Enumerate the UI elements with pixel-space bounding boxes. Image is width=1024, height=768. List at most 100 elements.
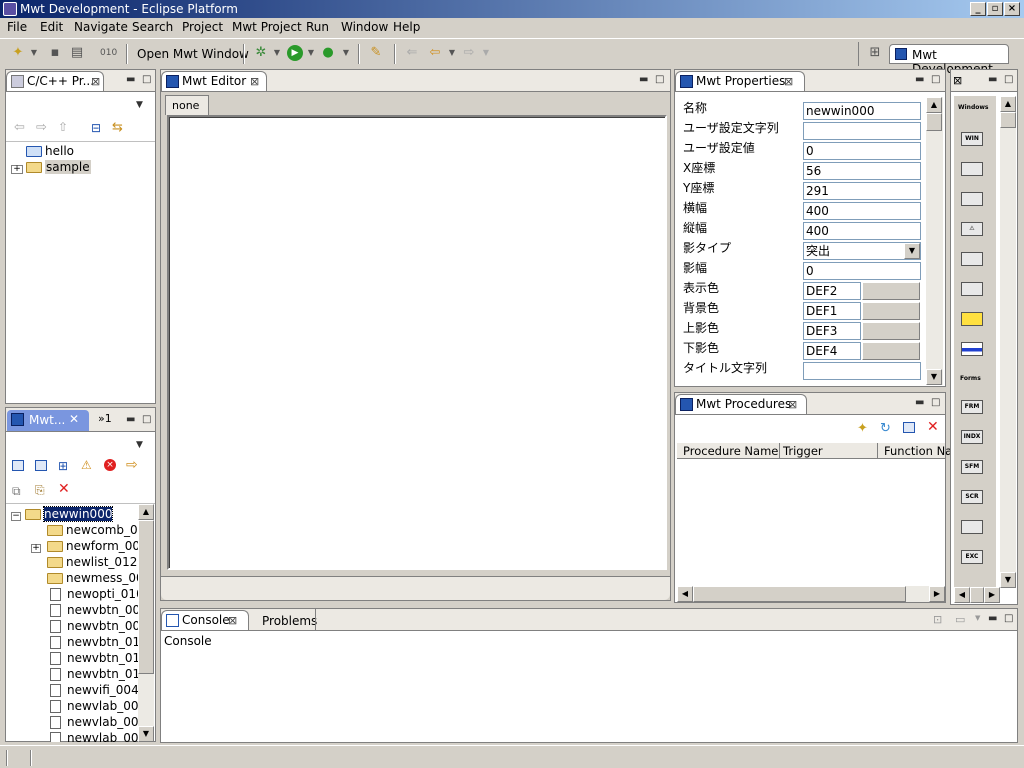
- scroll-left-icon[interactable]: ◀: [954, 587, 970, 603]
- perspective-tab[interactable]: Mwt Development: [889, 44, 1009, 76]
- back-nav-icon[interactable]: ⇦: [14, 120, 25, 135]
- up-nav-icon[interactable]: ⇧: [58, 120, 68, 134]
- maximize-view-icon[interactable]: □: [1004, 613, 1013, 624]
- error-icon[interactable]: ×: [104, 459, 116, 471]
- procedures-hscrollbar[interactable]: ◀ ▶: [677, 586, 945, 602]
- new-icon[interactable]: ✦: [10, 45, 26, 61]
- run-icon[interactable]: ▶: [287, 45, 303, 61]
- window-view-icon[interactable]: [903, 422, 915, 433]
- close-tab-icon[interactable]: ⊠: [788, 395, 797, 414]
- maximize-view-icon[interactable]: □: [931, 397, 940, 408]
- scroll-down-icon[interactable]: ▼: [926, 369, 942, 385]
- tree-item-newvbtn_013[interactable]: newvbtn_013: [47, 634, 138, 650]
- color-picker-button[interactable]: [862, 282, 920, 300]
- tab-mwt-editor[interactable]: Mwt Editor ⊠: [161, 71, 267, 91]
- palette-item[interactable]: INDX: [961, 430, 983, 444]
- new-dropdown-icon[interactable]: ▼: [26, 45, 42, 61]
- form-icon[interactable]: [35, 460, 47, 471]
- properties-scrollbar[interactable]: ▲ ▼: [926, 97, 943, 385]
- property-input[interactable]: DEF4: [803, 342, 861, 360]
- property-input[interactable]: [803, 122, 921, 140]
- color-picker-button[interactable]: [862, 322, 920, 340]
- save-icon[interactable]: ▪: [47, 45, 63, 61]
- palette-scrollbar[interactable]: ▲ ▼: [1000, 96, 1016, 588]
- column-function-name[interactable]: Function Na: [884, 444, 952, 458]
- property-input[interactable]: 400: [803, 202, 921, 220]
- scroll-thumb[interactable]: [1000, 112, 1016, 128]
- open-mwt-window-button[interactable]: Open Mwt Window: [137, 47, 249, 61]
- palette-hscrollbar[interactable]: ◀ ▶: [954, 587, 1000, 603]
- tree-item-newopti_010[interactable]: newopti_010: [47, 586, 138, 602]
- tab-console[interactable]: Console ⊠: [161, 610, 249, 630]
- forward-nav-icon[interactable]: ⇨: [36, 120, 47, 135]
- close-tab-icon[interactable]: ⊠: [784, 72, 793, 91]
- property-input[interactable]: 0: [803, 262, 921, 280]
- minimize-view-icon[interactable]: ▬: [988, 613, 997, 624]
- palette-item[interactable]: [961, 252, 983, 266]
- property-input[interactable]: 56: [803, 162, 921, 180]
- expand-icon[interactable]: +: [11, 165, 23, 174]
- property-select[interactable]: 突出 ▼: [803, 242, 921, 260]
- hierarchy-icon[interactable]: ⊞: [58, 459, 68, 473]
- menu-window[interactable]: Window: [341, 20, 388, 34]
- menu-search[interactable]: Search: [132, 20, 173, 34]
- palette-item[interactable]: [961, 312, 983, 326]
- view-menu-icon[interactable]: ▼: [136, 440, 143, 450]
- maximize-view-icon[interactable]: □: [655, 74, 664, 85]
- tree-item-newvlab_002[interactable]: newvlab_002: [47, 714, 138, 730]
- scroll-up-icon[interactable]: ▲: [926, 97, 942, 113]
- palette-item[interactable]: FRM: [961, 400, 983, 414]
- tab-mwt-outline[interactable]: Mwt... ✕: [7, 410, 89, 431]
- open-perspective-icon[interactable]: ⊞: [867, 45, 883, 61]
- binary-icon[interactable]: 010: [100, 45, 117, 61]
- console-dropdown-icon[interactable]: ▼: [975, 614, 980, 622]
- arrow-right-icon[interactable]: ⇨: [126, 457, 138, 473]
- delete-procedure-icon[interactable]: ✕: [927, 419, 939, 435]
- display-console-icon[interactable]: ▭: [955, 613, 965, 626]
- menu-navigate[interactable]: Navigate: [74, 20, 128, 34]
- property-input[interactable]: newwin000: [803, 102, 921, 120]
- tree-item-hello[interactable]: hello: [14, 143, 74, 159]
- debug-dropdown-icon[interactable]: ▼: [269, 45, 285, 61]
- pin-console-icon[interactable]: ⊡: [933, 613, 942, 626]
- close-tab-icon[interactable]: ⊠: [228, 611, 237, 630]
- property-input[interactable]: 0: [803, 142, 921, 160]
- color-picker-button[interactable]: [862, 302, 920, 320]
- copy-icon[interactable]: ⧉: [12, 484, 21, 499]
- scroll-right-icon[interactable]: ▶: [984, 587, 1000, 603]
- scroll-up-icon[interactable]: ▲: [138, 504, 154, 520]
- maximize-view-icon[interactable]: □: [142, 414, 151, 425]
- design-canvas[interactable]: [167, 115, 667, 570]
- palette-item[interactable]: [961, 192, 983, 206]
- minimize-view-icon[interactable]: ▬: [639, 74, 648, 85]
- chevron-down-icon[interactable]: ▼: [904, 243, 920, 259]
- tree-item-newlist_012[interactable]: newlist_012: [47, 554, 137, 570]
- minimize-button[interactable]: _: [970, 2, 986, 16]
- scroll-thumb[interactable]: [138, 520, 154, 674]
- tree-item-newvbtn_003[interactable]: newvbtn_003: [47, 618, 138, 634]
- close-tab-icon[interactable]: ⊠: [91, 72, 100, 91]
- back-dropdown-icon[interactable]: ▼: [444, 45, 460, 61]
- close-tab-icon[interactable]: ⊠: [953, 74, 962, 87]
- tab-mwt-procedures[interactable]: Mwt Procedures ⊠: [675, 394, 807, 414]
- window-icon[interactable]: [12, 460, 24, 471]
- minimize-view-icon[interactable]: ▬: [126, 414, 135, 425]
- tree-item-newvifi_004[interactable]: newvifi_004: [47, 682, 138, 698]
- column-procedure-name[interactable]: Procedure Name: [683, 444, 778, 458]
- scroll-down-icon[interactable]: ▼: [138, 726, 154, 742]
- back-icon[interactable]: ⇦: [427, 45, 443, 61]
- tree-item-newwin000[interactable]: − newwin000: [11, 506, 114, 522]
- color-picker-button[interactable]: [862, 342, 920, 360]
- expand-icon[interactable]: −: [11, 512, 21, 521]
- minimize-view-icon[interactable]: ▬: [915, 397, 924, 408]
- tree-item-newform_007[interactable]: + newform_007: [13, 538, 138, 554]
- view-menu-icon[interactable]: ▼: [136, 100, 143, 110]
- tab-cpp-projects[interactable]: C/C++ Pr... ⊠: [6, 71, 104, 91]
- maximize-view-icon[interactable]: □: [142, 74, 151, 85]
- palette-item[interactable]: SFM: [961, 460, 983, 474]
- paste-icon[interactable]: ⎘: [35, 483, 45, 498]
- palette-item[interactable]: WIN: [961, 132, 983, 146]
- menu-file[interactable]: File: [7, 20, 27, 34]
- property-input[interactable]: DEF2: [803, 282, 861, 300]
- new-procedure-icon[interactable]: ✦: [857, 421, 868, 436]
